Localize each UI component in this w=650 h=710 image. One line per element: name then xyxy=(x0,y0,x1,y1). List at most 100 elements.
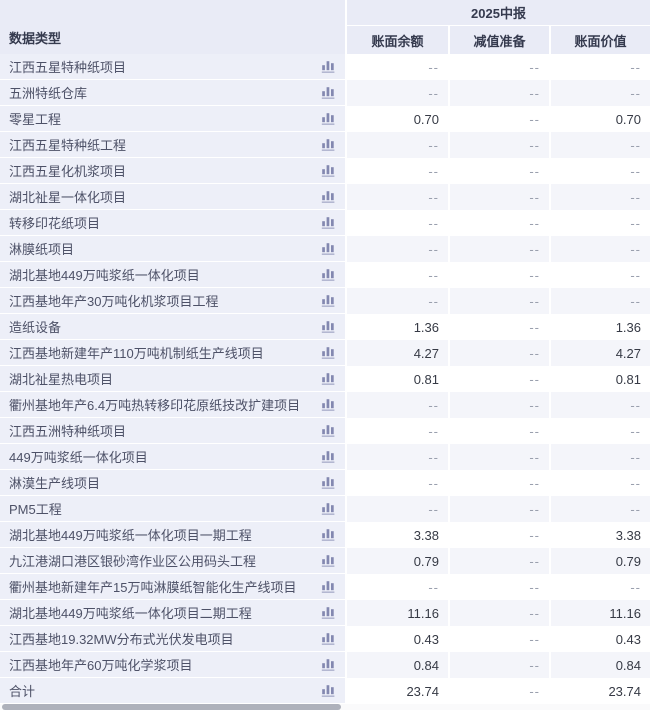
book-balance-value: -- xyxy=(345,288,448,314)
table-row: 淋膜纸项目 -- -- -- xyxy=(0,236,650,262)
row-label-cell: 零星工程 xyxy=(0,106,345,132)
impairment-provision-value: -- xyxy=(448,418,549,444)
bar-chart-icon[interactable] xyxy=(321,501,336,516)
book-balance-value: -- xyxy=(345,54,448,80)
bar-chart-icon[interactable] xyxy=(321,163,336,178)
impairment-provision-value: -- xyxy=(448,678,549,704)
table-row: 零星工程 0.70 -- 0.70 xyxy=(0,106,650,132)
book-balance-value: 1.36 xyxy=(345,314,448,340)
row-label-cell: 湖北基地449万吨浆纸一体化项目二期工程 xyxy=(0,600,345,626)
book-balance-value: -- xyxy=(345,470,448,496)
bar-chart-icon[interactable] xyxy=(321,553,336,568)
project-name: 合计 xyxy=(9,684,36,699)
project-name: 江西基地新建年产110万吨机制纸生产线项目 xyxy=(9,346,264,361)
row-label-cell: 江西五星特种纸项目 xyxy=(0,54,345,80)
bar-chart-icon[interactable] xyxy=(321,657,336,672)
table-row: 江西五洲特种纸项目 -- -- -- xyxy=(0,418,650,444)
horizontal-scrollbar-thumb[interactable] xyxy=(2,704,341,710)
bar-chart-icon[interactable] xyxy=(321,449,336,464)
bar-chart-icon[interactable] xyxy=(321,137,336,152)
row-label-cell: 湖北祉星热电项目 xyxy=(0,366,345,392)
book-value-value: -- xyxy=(549,236,650,262)
row-label-cell: 江西基地19.32MW分布式光伏发电项目 xyxy=(0,626,345,652)
row-label-cell: 江西基地年产60万吨化学浆项目 xyxy=(0,652,345,678)
book-value-value: -- xyxy=(549,158,650,184)
book-value-value: -- xyxy=(549,210,650,236)
book-value-value: 0.81 xyxy=(549,366,650,392)
bar-chart-icon[interactable] xyxy=(321,579,336,594)
table-row: 449万吨浆纸一体化项目 -- -- -- xyxy=(0,444,650,470)
value-column-headers: 账面余额 减值准备 账面价值 xyxy=(345,26,650,54)
table-row: 造纸设备 1.36 -- 1.36 xyxy=(0,314,650,340)
bar-chart-icon[interactable] xyxy=(321,215,336,230)
impairment-provision-value: -- xyxy=(448,210,549,236)
project-name: 江西五星化机浆项目 xyxy=(9,164,127,179)
bar-chart-icon[interactable] xyxy=(321,397,336,412)
bar-chart-icon[interactable] xyxy=(321,189,336,204)
impairment-provision-value: -- xyxy=(448,184,549,210)
project-name: 造纸设备 xyxy=(9,320,62,335)
project-name: 转移印花纸项目 xyxy=(9,216,101,231)
table-row: 湖北祉星一体化项目 -- -- -- xyxy=(0,184,650,210)
bar-chart-icon[interactable] xyxy=(321,85,336,100)
project-name: 湖北祉星一体化项目 xyxy=(9,190,127,205)
book-value-value: 0.84 xyxy=(549,652,650,678)
book-balance-value: -- xyxy=(345,496,448,522)
table-row: 江西五星特种纸工程 -- -- -- xyxy=(0,132,650,158)
bar-chart-icon[interactable] xyxy=(321,371,336,386)
bar-chart-icon[interactable] xyxy=(321,319,336,334)
bar-chart-icon[interactable] xyxy=(321,345,336,360)
impairment-provision-value: -- xyxy=(448,470,549,496)
table-row: 九江港湖口港区银砂湾作业区公用码头工程 0.79 -- 0.79 xyxy=(0,548,650,574)
column-header-data-type: 数据类型 xyxy=(0,0,345,54)
bar-chart-icon[interactable] xyxy=(321,527,336,542)
book-balance-value: 4.27 xyxy=(345,340,448,366)
project-name: 江西五星特种纸工程 xyxy=(9,138,127,153)
table-row: PM5工程 -- -- -- xyxy=(0,496,650,522)
book-value-value: -- xyxy=(549,496,650,522)
book-value-value: -- xyxy=(549,184,650,210)
book-balance-value: 0.43 xyxy=(345,626,448,652)
period-header: 2025中报 xyxy=(345,0,650,26)
bar-chart-icon[interactable] xyxy=(321,605,336,620)
row-label-cell: 湖北基地449万吨浆纸一体化项目一期工程 xyxy=(0,522,345,548)
row-label-cell: 江西基地年产30万吨化机浆项目工程 xyxy=(0,288,345,314)
row-label-cell: 湖北基地449万吨浆纸一体化项目 xyxy=(0,262,345,288)
project-name: 湖北基地449万吨浆纸一体化项目一期工程 xyxy=(9,528,252,543)
impairment-provision-value: -- xyxy=(448,444,549,470)
horizontal-scrollbar[interactable] xyxy=(0,704,650,710)
book-balance-value: 11.16 xyxy=(345,600,448,626)
book-value-value: 1.36 xyxy=(549,314,650,340)
table-row: 五洲特纸仓库 -- -- -- xyxy=(0,80,650,106)
table-row: 江西基地新建年产110万吨机制纸生产线项目 4.27 -- 4.27 xyxy=(0,340,650,366)
book-value-value: 0.70 xyxy=(549,106,650,132)
bar-chart-icon[interactable] xyxy=(321,241,336,256)
book-value-value: 23.74 xyxy=(549,678,650,704)
project-name: 449万吨浆纸一体化项目 xyxy=(9,450,148,465)
book-value-value: -- xyxy=(549,262,650,288)
row-label-cell: 合计 xyxy=(0,678,345,704)
table-row: 淋漠生产线项目 -- -- -- xyxy=(0,470,650,496)
table-body: 江西五星特种纸项目 -- -- -- 五洲特纸仓库 -- -- -- 零星工程 … xyxy=(0,54,650,704)
bar-chart-icon[interactable] xyxy=(321,59,336,74)
bar-chart-icon[interactable] xyxy=(321,475,336,490)
impairment-provision-value: -- xyxy=(448,496,549,522)
bar-chart-icon[interactable] xyxy=(321,631,336,646)
row-label-cell: 449万吨浆纸一体化项目 xyxy=(0,444,345,470)
book-balance-value: -- xyxy=(345,392,448,418)
project-name: 零星工程 xyxy=(9,112,62,127)
book-value-value: 3.38 xyxy=(549,522,650,548)
bar-chart-icon[interactable] xyxy=(321,267,336,282)
row-label-cell: 造纸设备 xyxy=(0,314,345,340)
row-label-cell: 湖北祉星一体化项目 xyxy=(0,184,345,210)
row-label-cell: 江西五星特种纸工程 xyxy=(0,132,345,158)
column-header-impairment-provision: 减值准备 xyxy=(448,26,549,54)
column-header-book-balance: 账面余额 xyxy=(345,26,448,54)
bar-chart-icon[interactable] xyxy=(321,293,336,308)
bar-chart-icon[interactable] xyxy=(321,683,336,698)
bar-chart-icon[interactable] xyxy=(321,111,336,126)
row-label-cell: 江西五星化机浆项目 xyxy=(0,158,345,184)
bar-chart-icon[interactable] xyxy=(321,423,336,438)
project-name: 淋膜纸项目 xyxy=(9,242,75,257)
book-balance-value: 0.70 xyxy=(345,106,448,132)
